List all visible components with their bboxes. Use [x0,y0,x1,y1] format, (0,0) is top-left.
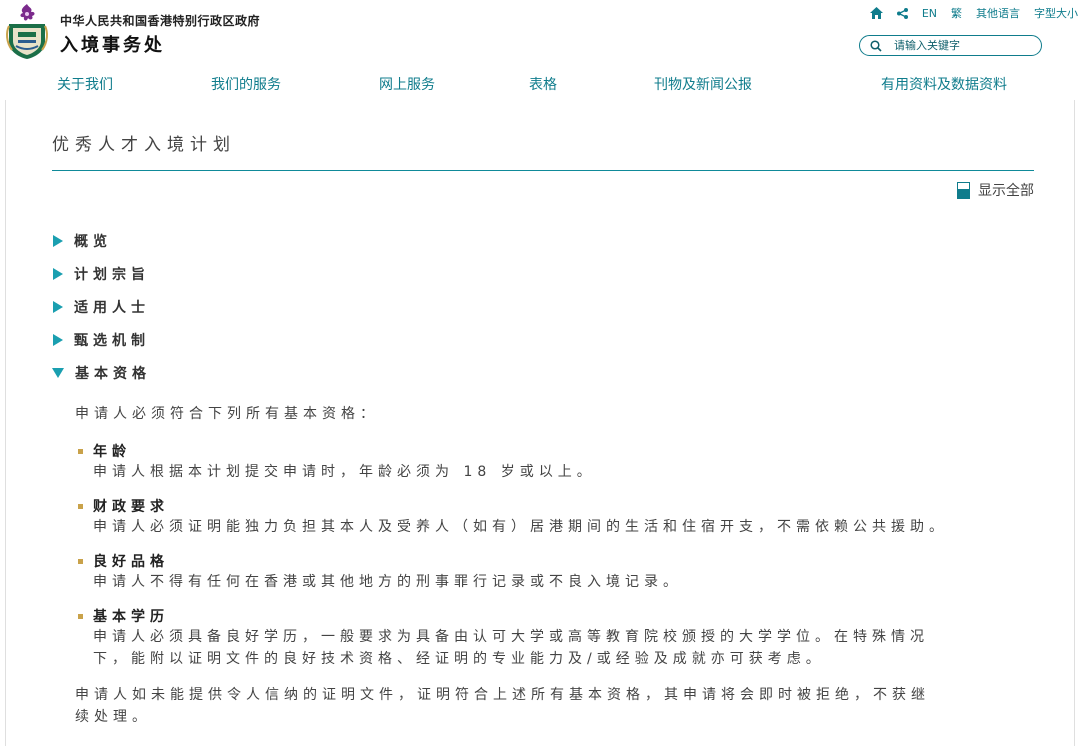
section-applicable-persons[interactable]: 适用人士 [52,297,150,317]
utility-bar: EN 繁 其他语言 字型大小 [856,5,1078,21]
expand-triangle-icon [53,334,63,346]
requirement-title-text: 良好品格 [93,554,169,570]
section-label: 甄选机制 [74,333,150,349]
nav-online-services[interactable]: 网上服务 [379,74,435,94]
section-overview[interactable]: 概览 [52,231,112,251]
closing-text: 续处理。 [75,709,151,725]
immigration-emblem-logo[interactable] [4,2,50,60]
eligibility-intro: 申请人必须符合下列所有基本资格： [75,406,379,422]
requirement-text: 申请人根据本计划提交申请时，年龄必须为 18 岁或以上。 [93,464,596,480]
requirement-text: 申请人必须具备良好学历，一般要求为具备由认可大学或高等教育院校颁授的大学学位。在… [93,629,929,645]
requirement-text: 申请人必须证明能独力负担其本人及受养人（如有）居港期间的生活和住宿开支，不需依赖… [93,519,948,535]
show-all-toggle[interactable]: 显示全部 [957,180,1034,200]
font-size-link[interactable]: 字型大小 [1034,5,1078,21]
section-basic-eligibility[interactable]: 基本资格 [52,363,151,383]
section-scheme-objective[interactable]: 计划宗旨 [52,264,150,284]
bullet-icon [78,558,83,564]
section-label: 计划宗旨 [74,267,150,283]
expand-triangle-icon [53,235,63,247]
department-name[interactable]: 入境事务处 [60,31,165,57]
share-icon[interactable] [896,7,908,19]
section-label: 概览 [74,234,112,250]
bullet-icon [78,503,83,509]
requirement-title: 财政要求 [78,496,169,516]
requirement-title: 年龄 [78,441,131,461]
expand-all-icon [957,181,970,199]
nav-about-us[interactable]: 关于我们 [57,74,113,94]
government-name: 中华人民共和国香港特别行政区政府 [60,14,261,28]
requirement-title: 基本学历 [78,606,169,626]
section-selection-mechanism[interactable]: 甄选机制 [52,330,150,350]
title-divider [52,170,1034,171]
page-title: 优秀人才入境计划 [52,135,236,155]
show-all-label: 显示全部 [978,183,1034,199]
search-box[interactable] [859,35,1042,56]
expand-triangle-icon [53,268,63,280]
nav-publications-press[interactable]: 刊物及新闻公报 [654,74,752,94]
requirement-title-text: 基本学历 [93,609,169,625]
nav-our-services[interactable]: 我们的服务 [211,74,281,94]
section-label: 适用人士 [74,300,150,316]
nav-useful-info-statistics[interactable]: 有用资料及数据资料 [881,74,1007,94]
language-traditional-link[interactable]: 繁 [951,5,962,21]
home-icon[interactable] [869,7,883,19]
requirement-title-text: 财政要求 [93,499,169,515]
site-header: 中华人民共和国香港特别行政区政府 入境事务处 EN 繁 其他语言 字型大小 关于… [0,0,1080,100]
search-input[interactable] [894,39,1034,52]
requirement-title-text: 年龄 [93,444,131,460]
requirement-text: 下，能附以证明文件的良好技术资格、经证明的专业能力及/或经验及成就亦可获考虑。 [93,651,825,667]
other-languages-link[interactable]: 其他语言 [976,5,1020,21]
language-en-link[interactable]: EN [922,7,937,20]
bullet-icon [78,448,83,454]
search-icon[interactable] [870,39,882,52]
expand-triangle-icon [53,301,63,313]
nav-forms[interactable]: 表格 [529,74,557,94]
requirement-title: 良好品格 [78,551,169,571]
bullet-icon [78,613,83,619]
collapse-triangle-icon [52,368,64,378]
closing-text: 申请人如未能提供令人信纳的证明文件，证明符合上述所有基本资格，其申请将会即时被拒… [75,687,930,703]
requirement-text: 申请人不得有任何在香港或其他地方的刑事罪行记录或不良入境记录。 [93,574,682,590]
section-label: 基本资格 [75,366,151,382]
main-navigation: 关于我们 我们的服务 网上服务 表格 刊物及新闻公报 有用资料及数据资料 [0,74,1080,98]
